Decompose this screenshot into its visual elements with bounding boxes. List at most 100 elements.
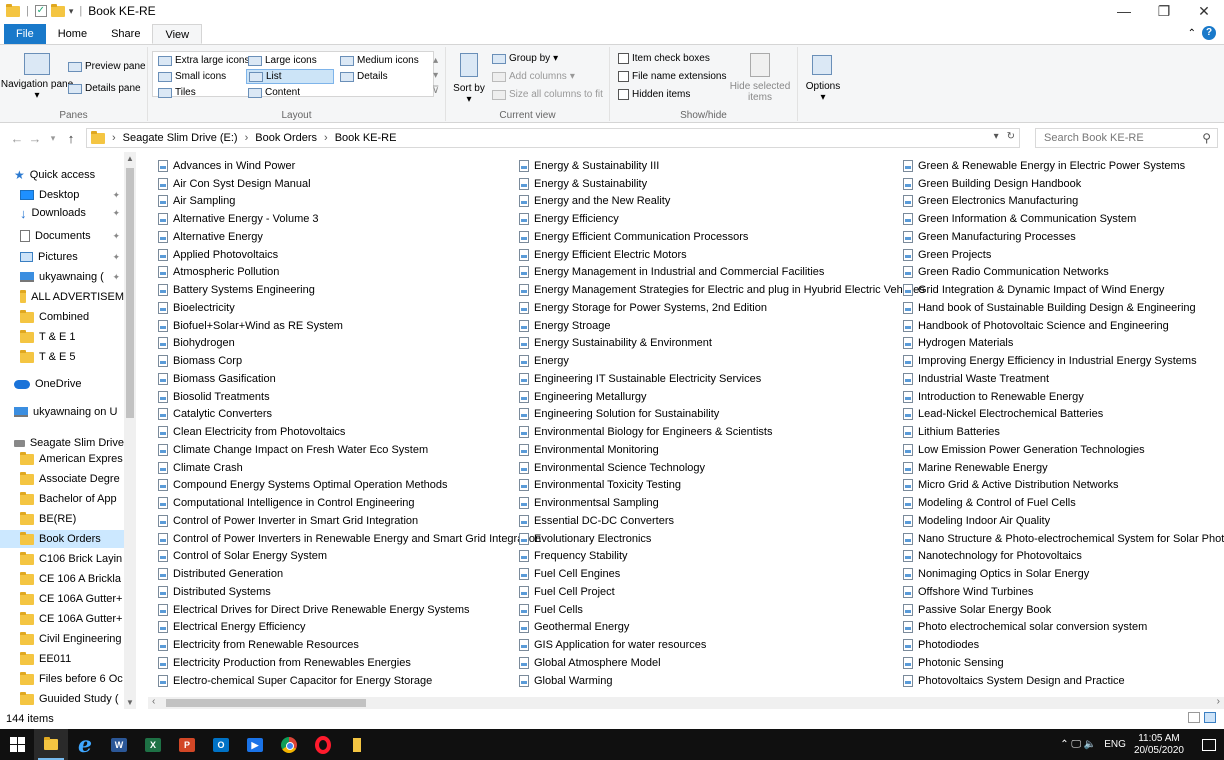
- file-item[interactable]: Engineering Solution for Sustainability: [519, 406, 925, 424]
- start-button[interactable]: [0, 729, 34, 760]
- nav-item-folder[interactable]: EE011: [0, 650, 124, 668]
- file-item[interactable]: Alternative Energy - Volume 3: [158, 210, 541, 228]
- file-item[interactable]: Hand book of Sustainable Building Design…: [903, 299, 1224, 317]
- nav-item-folder[interactable]: Combined: [0, 308, 124, 326]
- list-option[interactable]: List: [246, 69, 334, 84]
- file-item[interactable]: Passive Solar Energy Book: [903, 601, 1224, 619]
- file-item[interactable]: Evolutionary Electronics: [519, 530, 925, 548]
- file-item[interactable]: Energy Management in Industrial and Comm…: [519, 264, 925, 282]
- file-item[interactable]: Fuel Cell Engines: [519, 565, 925, 583]
- nav-item-folder[interactable]: ALL ADVERTISEM: [0, 288, 124, 306]
- layout-gallery-scroll[interactable]: ▴ ▾ ⊽: [432, 55, 439, 97]
- medium-icons-option[interactable]: Medium icons: [340, 55, 419, 66]
- nav-item-folder[interactable]: CE 106 A Brickla: [0, 570, 124, 588]
- file-item[interactable]: Micro Grid & Active Distribution Network…: [903, 477, 1224, 495]
- maximize-button[interactable]: ❐: [1144, 0, 1184, 22]
- taskbar-internet-explorer[interactable]: e: [68, 729, 102, 760]
- file-item[interactable]: Bioelectricity: [158, 299, 541, 317]
- file-item[interactable]: Energy Sustainability & Environment: [519, 335, 925, 353]
- taskbar-excel[interactable]: X: [136, 729, 170, 760]
- breadcrumb-drive[interactable]: Seagate Slim Drive (E:): [123, 132, 238, 144]
- file-item[interactable]: Energy Storage for Power Systems, 2nd Ed…: [519, 299, 925, 317]
- nav-onedrive[interactable]: OneDrive: [0, 375, 124, 393]
- options-button[interactable]: Options ▾: [798, 81, 848, 103]
- file-item[interactable]: Electrical Drives for Direct Drive Renew…: [158, 601, 541, 619]
- clock[interactable]: 11:05 AM 20/05/2020: [1134, 733, 1184, 757]
- size-all-columns-button[interactable]: Size all columns to fit: [492, 89, 603, 100]
- details-pane-button[interactable]: Details pane: [68, 83, 141, 94]
- minimize-button[interactable]: —: [1104, 0, 1144, 22]
- taskbar-sticky-notes[interactable]: [340, 729, 374, 760]
- file-item[interactable]: Energy & Sustainability: [519, 175, 925, 193]
- nav-scroll-thumb[interactable]: [126, 168, 134, 418]
- nav-item-pictures[interactable]: Pictures ✦: [0, 248, 124, 266]
- tray-icons[interactable]: ⌃ 🖵 🔈: [1060, 739, 1096, 750]
- nav-item-book-orders[interactable]: Book Orders: [0, 530, 124, 548]
- file-item[interactable]: Control of Power Inverters in Renewable …: [158, 530, 541, 548]
- file-item[interactable]: Photodiodes: [903, 636, 1224, 654]
- close-button[interactable]: ✕: [1184, 0, 1224, 22]
- file-item[interactable]: Energy Efficient Communication Processor…: [519, 228, 925, 246]
- nav-item-folder[interactable]: T & E 1: [0, 328, 124, 346]
- file-item[interactable]: Engineering IT Sustainable Electricity S…: [519, 370, 925, 388]
- file-item[interactable]: Green Electronics Manufacturing: [903, 193, 1224, 211]
- file-item[interactable]: Computational Intelligence in Control En…: [158, 494, 541, 512]
- file-item[interactable]: Photonic Sensing: [903, 654, 1224, 672]
- item-check-boxes-option[interactable]: Item check boxes: [618, 53, 710, 64]
- file-item[interactable]: Improving Energy Efficiency in Industria…: [903, 352, 1224, 370]
- file-item[interactable]: Climate Crash: [158, 459, 541, 477]
- customize-toolbar-icon[interactable]: ▾: [69, 6, 74, 17]
- file-item[interactable]: Hydrogen Materials: [903, 335, 1224, 353]
- file-item[interactable]: Green Information & Communication System: [903, 210, 1224, 228]
- nav-item-folder[interactable]: Civil Engineering: [0, 630, 124, 648]
- hide-selected-items-button[interactable]: Hide selected items: [728, 81, 792, 103]
- nav-item-folder[interactable]: CE 106A Gutter+: [0, 590, 124, 608]
- breadcrumb-current[interactable]: Book KE-RE: [335, 132, 397, 144]
- forward-arrow-icon[interactable]: →: [26, 131, 44, 146]
- nav-item-folder[interactable]: CE 106A Gutter+: [0, 610, 124, 628]
- help-icon[interactable]: ?: [1202, 26, 1216, 40]
- breadcrumb-book-orders[interactable]: Book Orders: [255, 132, 317, 144]
- nav-item-folder[interactable]: T & E 5: [0, 348, 124, 366]
- file-item[interactable]: Battery Systems Engineering: [158, 281, 541, 299]
- file-item[interactable]: Green & Renewable Energy in Electric Pow…: [903, 157, 1224, 175]
- file-item[interactable]: Alternative Energy: [158, 228, 541, 246]
- add-columns-button[interactable]: Add columns ▾: [492, 71, 575, 82]
- preview-pane-button[interactable]: Preview pane: [68, 61, 146, 72]
- file-item[interactable]: Biofuel+Solar+Wind as RE System: [158, 317, 541, 335]
- scroll-up-icon[interactable]: ▲: [124, 154, 136, 163]
- file-item[interactable]: Industrial Waste Treatment: [903, 370, 1224, 388]
- file-item[interactable]: Nonimaging Optics in Solar Energy: [903, 565, 1224, 583]
- recent-locations-icon[interactable]: ▾: [44, 133, 62, 144]
- file-item[interactable]: Climate Change Impact on Fresh Water Eco…: [158, 441, 541, 459]
- file-list-scrollbar[interactable]: ‹ ›: [148, 696, 1224, 709]
- notification-icon[interactable]: [1202, 738, 1216, 751]
- up-arrow-icon[interactable]: ↑: [62, 131, 80, 146]
- file-item[interactable]: Distributed Systems: [158, 583, 541, 601]
- refresh-icon[interactable]: ↻: [1007, 131, 1015, 142]
- nav-scrollbar[interactable]: ▲ ▼: [124, 152, 136, 709]
- file-item[interactable]: Photo electrochemical solar conversion s…: [903, 619, 1224, 637]
- file-item[interactable]: Biomass Corp: [158, 352, 541, 370]
- file-item[interactable]: Applied Photovoltaics: [158, 246, 541, 264]
- file-item[interactable]: Energy Efficient Electric Motors: [519, 246, 925, 264]
- file-item[interactable]: Distributed Generation: [158, 565, 541, 583]
- file-item[interactable]: Green Projects: [903, 246, 1224, 264]
- group-by-button[interactable]: Group by ▾: [492, 53, 558, 64]
- file-item[interactable]: Air Con Syst Design Manual: [158, 175, 541, 193]
- nav-item-folder[interactable]: Associate Degre: [0, 470, 124, 488]
- hidden-items-checkbox[interactable]: [618, 89, 629, 100]
- file-item[interactable]: Control of Solar Energy System: [158, 548, 541, 566]
- file-item[interactable]: Essential DC-DC Converters: [519, 512, 925, 530]
- hidden-items-option[interactable]: Hidden items: [618, 89, 690, 100]
- search-input[interactable]: Search Book KE-RE ⚲: [1035, 128, 1218, 148]
- file-item[interactable]: Environmental Monitoring: [519, 441, 925, 459]
- file-item[interactable]: Nanotechnology for Photovoltaics: [903, 548, 1224, 566]
- nav-item-folder[interactable]: C106 Brick Layin: [0, 550, 124, 568]
- file-item[interactable]: Grid Integration & Dynamic Impact of Win…: [903, 281, 1224, 299]
- language-indicator[interactable]: ENG: [1104, 739, 1126, 750]
- file-item[interactable]: Environmental Biology for Engineers & Sc…: [519, 423, 925, 441]
- item-check-boxes-checkbox[interactable]: [618, 53, 629, 64]
- nav-item-folder[interactable]: Guuided Study (: [0, 690, 124, 708]
- collapse-ribbon-icon[interactable]: ⌃: [1188, 28, 1196, 39]
